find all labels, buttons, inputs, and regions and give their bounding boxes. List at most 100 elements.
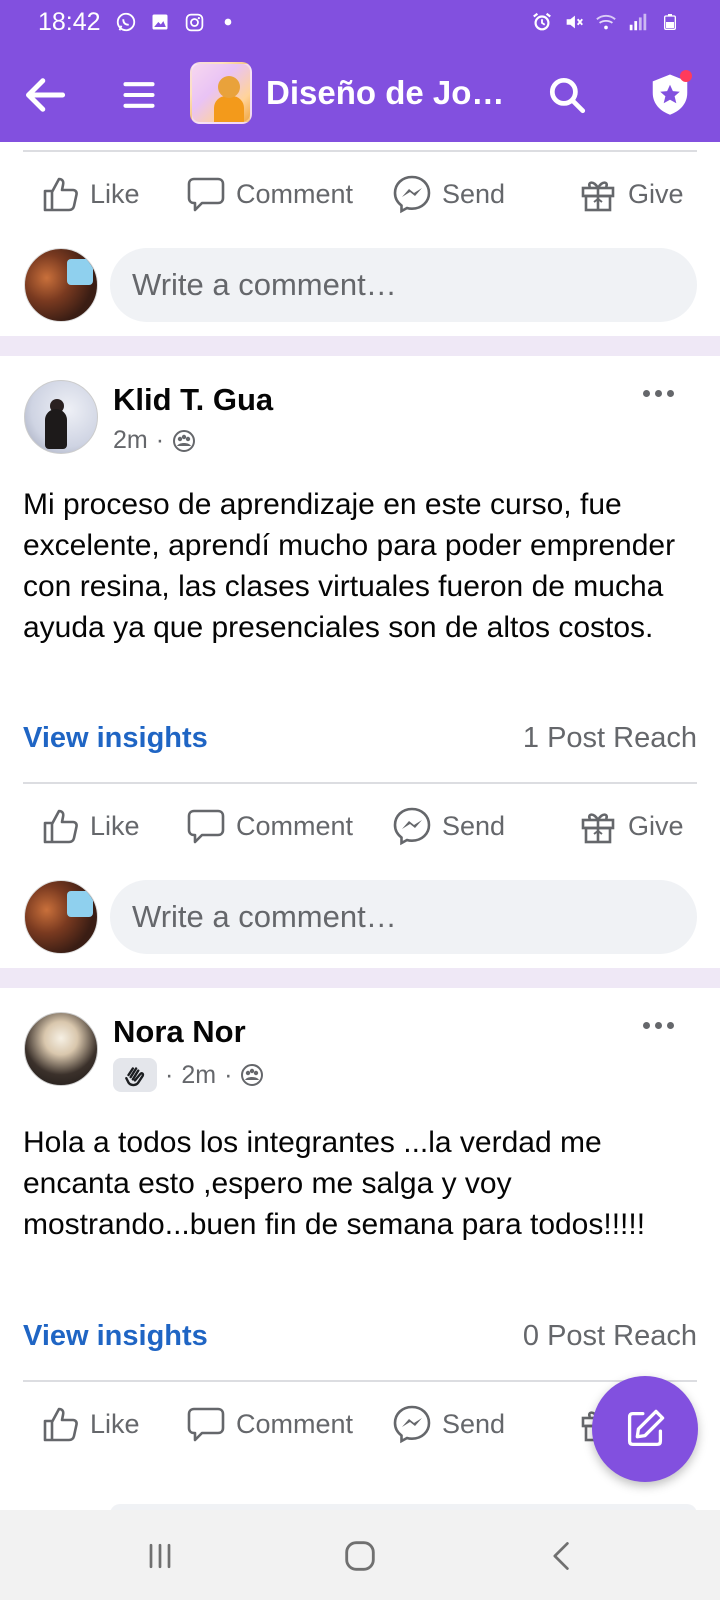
- current-user-avatar[interactable]: [24, 248, 98, 322]
- wifi-icon: [594, 10, 618, 34]
- comment-label: Comment: [236, 178, 354, 209]
- notification-dot-icon: [216, 10, 240, 34]
- comment-button[interactable]: Comment: [186, 786, 353, 866]
- send-button[interactable]: Send: [392, 1384, 505, 1464]
- like-button[interactable]: Like: [40, 786, 140, 866]
- comment-composer: Write a comment…: [0, 246, 720, 322]
- comment-icon: [187, 809, 225, 844]
- mute-icon: [562, 10, 586, 34]
- send-button[interactable]: Send: [392, 154, 505, 234]
- group-members-icon: [241, 1064, 264, 1086]
- signal-icon: [626, 10, 650, 34]
- menu-icon: [123, 82, 155, 108]
- send-label: Send: [442, 1408, 506, 1439]
- post-separator: [0, 336, 720, 356]
- post-actions: Like Comment Send Give: [0, 786, 720, 866]
- back-nav-button[interactable]: [532, 1528, 592, 1584]
- current-user-avatar[interactable]: [24, 880, 98, 954]
- status-right-icons: [530, 10, 682, 34]
- more-dot: [642, 389, 650, 397]
- comment-composer: Write a comment…: [0, 878, 720, 954]
- like-icon: [43, 809, 78, 844]
- meta-separator: ·: [155, 426, 165, 454]
- post-separator: [0, 968, 720, 988]
- comment-button[interactable]: Comment: [186, 154, 353, 234]
- post-time[interactable]: 2m: [113, 426, 148, 455]
- search-button[interactable]: [540, 68, 594, 122]
- comment-button[interactable]: Comment: [186, 1384, 353, 1464]
- battery-icon: [658, 10, 682, 34]
- messenger-icon: [393, 175, 431, 214]
- status-left-icons: [114, 10, 240, 34]
- post-time[interactable]: 2m: [181, 1061, 216, 1090]
- like-button[interactable]: Like: [40, 154, 140, 234]
- author-avatar[interactable]: [24, 380, 98, 454]
- post-options-button[interactable]: [638, 378, 678, 408]
- send-label: Send: [442, 810, 506, 841]
- like-label: Like: [90, 810, 140, 841]
- back-arrow-icon: [26, 78, 66, 112]
- post-meta: · 2m ·: [113, 1058, 264, 1092]
- meta-separator: ·: [165, 1060, 174, 1089]
- author-name[interactable]: Nora Nor: [113, 1014, 246, 1050]
- post-options-button[interactable]: [638, 1010, 678, 1040]
- status-bar: 18:42: [0, 0, 720, 44]
- more-dot: [654, 389, 662, 397]
- instagram-icon: [182, 10, 206, 34]
- send-label: Send: [442, 178, 506, 209]
- view-insights-link[interactable]: View insights: [23, 722, 208, 755]
- create-post-button[interactable]: [592, 1376, 698, 1482]
- comment-label: Comment: [236, 1408, 354, 1439]
- gallery-icon: [148, 10, 172, 34]
- give-label: Give: [628, 810, 684, 841]
- post-text: Hola a todos los integrantes ...la verda…: [23, 1126, 646, 1241]
- status-time: 18:42: [38, 8, 101, 36]
- gift-icon: [581, 181, 615, 212]
- like-icon: [43, 1407, 78, 1442]
- recent-apps-icon: [149, 1543, 171, 1569]
- whatsapp-icon: [114, 10, 138, 34]
- post-text: Mi proceso de aprendizaje en este curso,…: [23, 488, 676, 644]
- comment-icon: [187, 1407, 225, 1442]
- comment-input[interactable]: Write a comment…: [110, 880, 697, 954]
- comment-input[interactable]: Write a comment…: [110, 248, 697, 322]
- messenger-icon: [393, 807, 431, 846]
- recent-apps-button[interactable]: [130, 1528, 190, 1584]
- waving-hand-icon: [125, 1067, 145, 1087]
- home-icon: [345, 1541, 375, 1571]
- post-reach: 1 Post Reach: [522, 722, 697, 754]
- author-avatar[interactable]: [24, 1012, 98, 1086]
- view-insights-link[interactable]: View insights: [23, 1320, 208, 1353]
- give-button[interactable]: Give: [578, 154, 684, 234]
- group-title[interactable]: Diseño de Joyería en Resina: [266, 70, 516, 116]
- divider: [23, 150, 697, 152]
- send-button[interactable]: Send: [392, 786, 505, 866]
- like-label: Like: [90, 178, 140, 209]
- divider: [23, 1380, 697, 1382]
- group-thumbnail[interactable]: [190, 62, 252, 124]
- like-button[interactable]: Like: [40, 1384, 140, 1464]
- top-bar: 18:42 Diseño de Joye: [0, 0, 720, 142]
- divider: [23, 782, 697, 784]
- search-icon: [549, 77, 586, 114]
- comment-label: Comment: [236, 810, 354, 841]
- like-icon: [43, 177, 78, 212]
- more-dot: [642, 1021, 650, 1029]
- alarm-icon: [530, 10, 554, 34]
- back-button[interactable]: [20, 70, 70, 120]
- admin-notification-dot: [680, 70, 692, 82]
- more-dot: [666, 1021, 674, 1029]
- member-badge[interactable]: [113, 1058, 157, 1092]
- system-nav-bar: [0, 1510, 720, 1600]
- author-name[interactable]: Klid T. Gua: [113, 382, 273, 418]
- like-label: Like: [90, 1408, 140, 1439]
- gift-icon: [581, 813, 615, 844]
- app-bar: Diseño de Joyería en Resina: [0, 52, 720, 136]
- give-button[interactable]: Give: [578, 786, 684, 866]
- menu-button[interactable]: [114, 70, 164, 120]
- messenger-icon: [393, 1405, 431, 1444]
- home-button[interactable]: [330, 1528, 390, 1584]
- chevron-left-icon: [553, 1542, 569, 1570]
- admin-tools-button[interactable]: [640, 64, 700, 124]
- comment-icon: [187, 177, 225, 212]
